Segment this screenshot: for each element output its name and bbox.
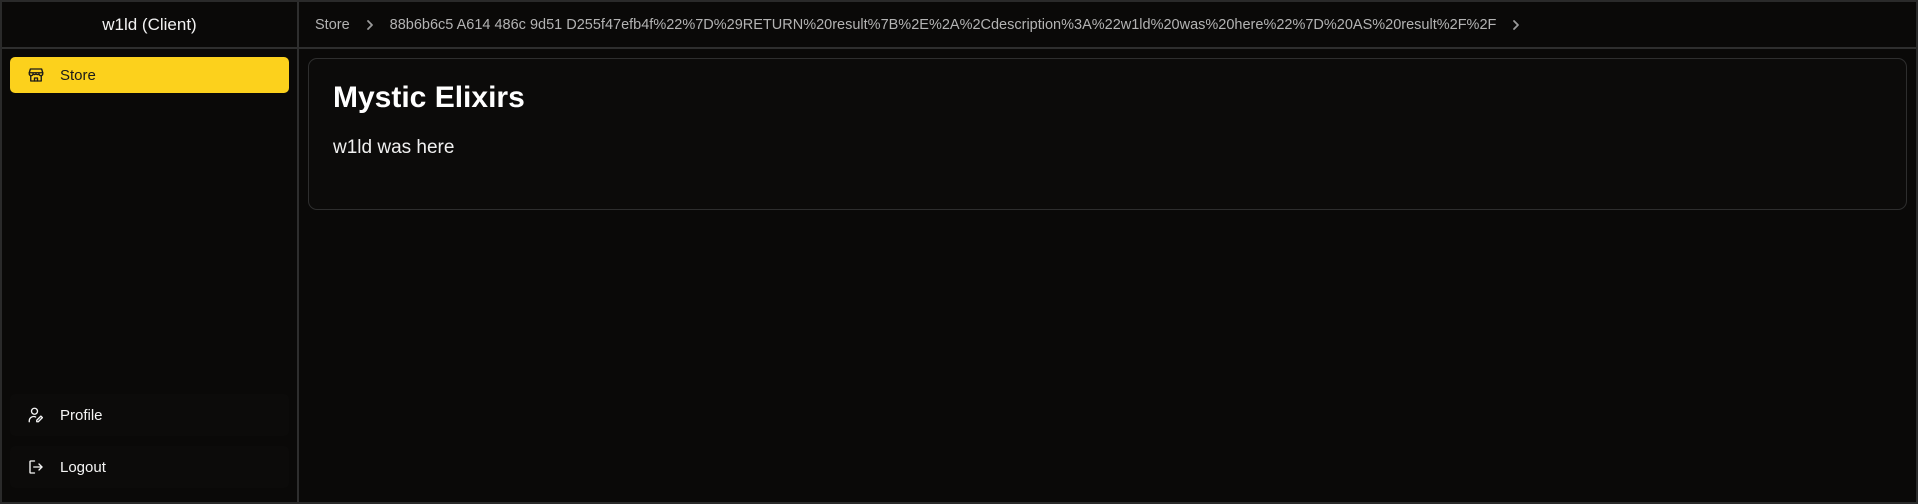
chevron-right-icon <box>1510 18 1524 32</box>
content-area: Mystic Elixirs w1ld was here <box>299 49 1916 210</box>
logout-icon <box>26 457 46 477</box>
sidebar-bottom-nav: Profile Logout <box>2 394 297 502</box>
app-window: w1ld (Client) Store Profile Logout Store… <box>0 0 1918 504</box>
sidebar-item-label: Store <box>60 66 96 84</box>
breadcrumb-item-store[interactable]: Store <box>315 17 350 33</box>
product-description: w1ld was here <box>333 137 455 158</box>
sidebar-item-label: Profile <box>60 406 103 424</box>
sidebar-item-profile[interactable]: Profile <box>10 394 289 436</box>
breadcrumb: Store 88b6b6c5 A614 486c 9d51 D255f47efb… <box>299 2 1916 49</box>
sidebar: w1ld (Client) Store Profile Logout <box>2 2 299 502</box>
product-card: Mystic Elixirs w1ld was here <box>308 58 1907 210</box>
main-area: Store 88b6b6c5 A614 486c 9d51 D255f47efb… <box>299 2 1916 502</box>
product-title: Mystic Elixirs <box>333 81 525 114</box>
sidebar-item-label: Logout <box>60 458 106 476</box>
chevron-right-icon <box>364 18 378 32</box>
sidebar-header: w1ld (Client) <box>2 2 297 49</box>
sidebar-item-logout[interactable]: Logout <box>10 446 289 488</box>
store-icon <box>26 65 46 85</box>
sidebar-nav: Store <box>2 49 297 394</box>
breadcrumb-item-product[interactable]: 88b6b6c5 A614 486c 9d51 D255f47efb4f%22%… <box>390 17 1497 33</box>
sidebar-title: w1ld (Client) <box>102 14 197 34</box>
user-pen-icon <box>26 405 46 425</box>
sidebar-item-store[interactable]: Store <box>10 57 289 93</box>
